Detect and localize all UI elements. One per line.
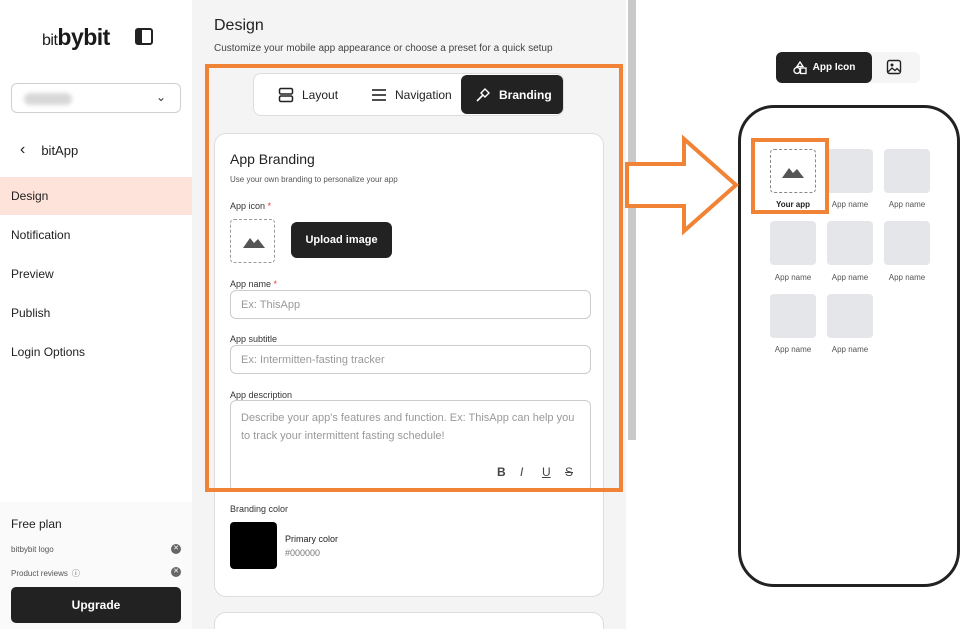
app-root: bitbybit ⌄ ‹ bitApp Design Notification … (0, 0, 976, 629)
primary-color-swatch[interactable] (230, 522, 277, 569)
back-row[interactable]: ‹ bitApp (20, 141, 78, 159)
chevron-left-icon[interactable]: ‹ (20, 141, 25, 159)
shapes-icon (792, 60, 807, 74)
preview-panel: App Icon Your app App name App name App … (636, 0, 976, 629)
app-name-label: App name (831, 273, 869, 282)
highlight-branding-box (205, 64, 623, 492)
app-placeholder (770, 294, 816, 338)
primary-color-hex: #000000 (285, 548, 321, 558)
panel-toggle-icon[interactable] (135, 28, 153, 45)
sidebar-item-preview[interactable]: Preview (0, 255, 192, 293)
sidebar-item-publish[interactable]: Publish (0, 294, 192, 332)
workspace-select[interactable]: ⌄ (11, 83, 181, 113)
app-name-label: App name (831, 345, 869, 354)
chevron-down-icon: ⌄ (155, 90, 166, 104)
plan-row-reviews: Product reviews ⓘ ✕ (11, 567, 181, 579)
app-placeholder (827, 294, 873, 338)
workspace-name-redacted (24, 93, 72, 105)
highlight-your-app-box (751, 138, 829, 214)
arrow-annotation-icon (625, 134, 740, 236)
close-icon[interactable]: ✕ (171, 567, 181, 577)
close-icon[interactable]: ✕ (171, 544, 181, 554)
page-subtitle: Customize your mobile app appearance or … (214, 43, 553, 54)
app-placeholder (827, 221, 873, 265)
sidebar-item-notification[interactable]: Notification (0, 216, 192, 254)
branding-color-label: Branding color (230, 504, 289, 514)
app-name: bitApp (41, 142, 79, 158)
image-mode-icon[interactable] (886, 59, 902, 75)
sidebar-item-design[interactable]: Design (0, 177, 192, 215)
plan-panel: Free plan bitbybit logo ✕ Product review… (0, 502, 192, 629)
app-placeholder (770, 221, 816, 265)
plan-row-logo: bitbybit logo ✕ (11, 544, 181, 554)
upgrade-button[interactable]: Upgrade (11, 587, 181, 623)
app-name-label: App name (774, 345, 812, 354)
app-icon-mode-button[interactable]: App Icon (776, 52, 872, 83)
logo: bitbybit (42, 24, 110, 50)
app-placeholder (884, 221, 930, 265)
page-title: Design (214, 17, 264, 34)
preview-mode-toggle: App Icon (776, 52, 920, 83)
next-card (214, 612, 604, 629)
sidebar: bitbybit ⌄ ‹ bitApp Design Notification … (0, 0, 192, 629)
primary-color-label: Primary color (285, 534, 339, 544)
info-icon: ⓘ (71, 569, 80, 578)
app-name-label: App name (888, 273, 926, 282)
app-placeholder (884, 149, 930, 193)
app-name-label: App name (888, 200, 926, 209)
plan-title: Free plan (11, 517, 62, 531)
app-name-label: App name (831, 200, 869, 209)
app-name-label: App name (774, 273, 812, 282)
sidebar-item-login-options[interactable]: Login Options (0, 333, 192, 371)
app-placeholder (827, 149, 873, 193)
